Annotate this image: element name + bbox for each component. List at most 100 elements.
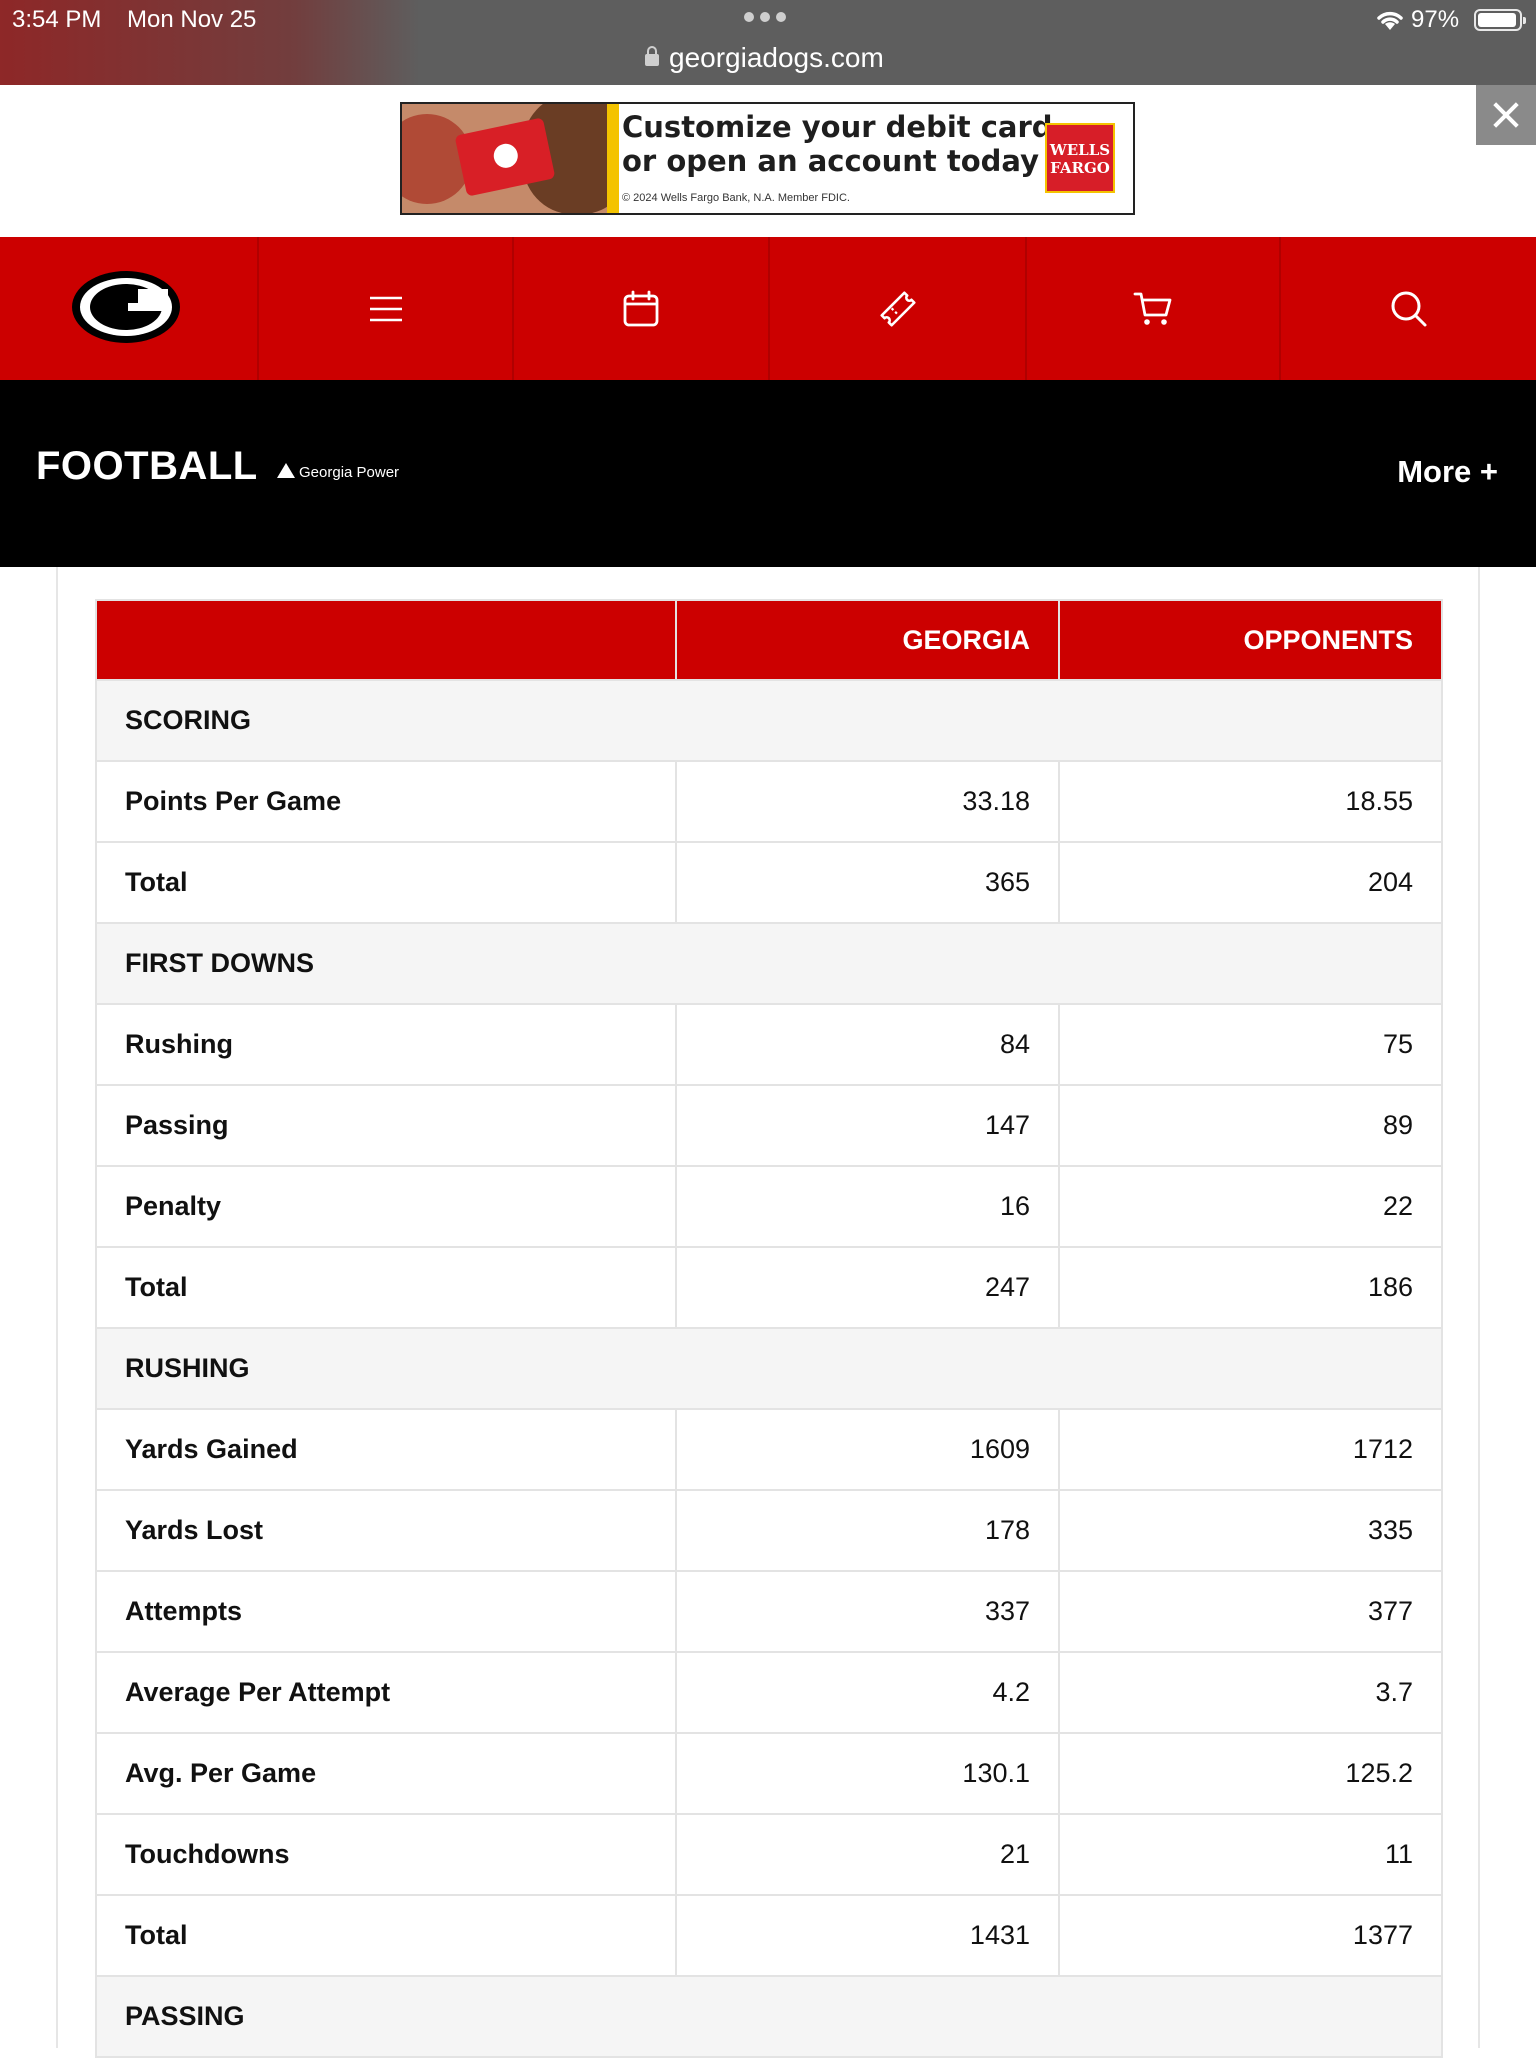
stat-label: Attempts [95,1570,677,1653]
sport-title[interactable]: FOOTBALL [36,444,258,489]
url-text: georgiadogs.com [669,42,884,73]
table-row: Yards Lost 178 335 [95,1489,1443,1572]
georgia-value: 337 [675,1570,1060,1653]
georgia-value: 1609 [675,1408,1060,1491]
team-stats-table: GEORGIA OPPONENTS SCORING Points Per Game… [95,599,1443,2058]
stat-label: Average Per Attempt [95,1651,677,1734]
search-button[interactable] [1281,237,1536,380]
menu-icon [369,296,402,321]
georgia-value: 365 [675,841,1060,924]
ad-image [402,104,607,213]
opponents-value: 186 [1058,1246,1443,1329]
main-nav [0,237,1536,380]
georgia-value: 4.2 [675,1651,1060,1734]
calendar-icon [623,290,659,326]
ad-accent-stripe [607,104,619,213]
stat-label: Total [95,841,677,924]
opponents-value: 22 [1058,1165,1443,1248]
opponents-value: 18.55 [1058,760,1443,843]
stat-label: Total [95,1894,677,1977]
opponents-value: 3.7 [1058,1651,1443,1734]
section-row: RUSHING [95,1327,1443,1410]
georgia-value: 33.18 [675,760,1060,843]
table-row: Average Per Attempt 4.2 3.7 [95,1651,1443,1734]
opponents-value: 1712 [1058,1408,1443,1491]
georgia-value: 247 [675,1246,1060,1329]
stat-label: Avg. Per Game [95,1732,677,1815]
stat-label: Yards Gained [95,1408,677,1491]
opponents-value: 125.2 [1058,1732,1443,1815]
opponents-value: 204 [1058,841,1443,924]
opponents-value: 75 [1058,1003,1443,1086]
close-ad-icon[interactable] [1476,85,1536,145]
table-row: Total 365 204 [95,841,1443,924]
georgia-power-icon [277,463,295,478]
section-label: SCORING [95,679,1443,762]
ad-banner[interactable]: Customize your debit card or open an acc… [400,102,1135,215]
opponents-value: 335 [1058,1489,1443,1572]
table-row: Touchdowns 21 11 [95,1813,1443,1896]
georgia-value: 21 [675,1813,1060,1896]
shop-button[interactable] [1027,237,1281,380]
sponsor-name: Georgia Power [299,464,400,481]
home-logo-link[interactable] [0,237,259,380]
status-date: Mon Nov 25 [127,6,257,33]
ad-headline-1: Customize your debit card [622,110,1053,144]
cart-icon [1133,292,1172,325]
section-row: FIRST DOWNS [95,922,1443,1005]
table-row: Points Per Game 33.18 18.55 [95,760,1443,843]
battery-icon [1474,9,1526,31]
lock-icon [645,46,659,66]
table-row: Passing 147 89 [95,1084,1443,1167]
brand-line-2: FARGO [1050,159,1110,177]
stat-label: Passing [95,1084,677,1167]
header-opponents: OPPONENTS [1058,599,1443,681]
ticket-icon [879,290,916,327]
table-row: Rushing 84 75 [95,1003,1443,1086]
georgia-value: 84 [675,1003,1060,1086]
wells-fargo-logo: WELLS FARGO [1045,123,1115,193]
tickets-button[interactable] [770,237,1027,380]
table-row: Total 1431 1377 [95,1894,1443,1977]
sport-header: FOOTBALL Georgia Power More + [0,380,1536,567]
opponents-value: 11 [1058,1813,1443,1896]
stat-label: Rushing [95,1003,677,1086]
address-bar[interactable]: georgiadogs.com [645,42,884,74]
brand-line-1: WELLS [1049,141,1111,159]
more-menu-button[interactable]: More + [1397,454,1498,490]
sponsor-logo: Georgia Power [277,463,399,481]
stat-label: Touchdowns [95,1813,677,1896]
table-row: Avg. Per Game 130.1 125.2 [95,1732,1443,1815]
table-row: Total 247 186 [95,1246,1443,1329]
georgia-value: 1431 [675,1894,1060,1977]
section-row: PASSING [95,1975,1443,2058]
ad-headline-2: or open an account today [622,144,1039,178]
status-bar: 3:54 PM Mon Nov 25 georgiadogs.com 97% [0,0,1536,85]
more-dots-icon[interactable] [744,12,790,24]
menu-button[interactable] [259,237,514,380]
section-label: PASSING [95,1975,1443,2058]
ad-banner-area: Customize your debit card or open an acc… [0,85,1536,237]
opponents-value: 1377 [1058,1894,1443,1977]
stat-label: Penalty [95,1165,677,1248]
georgia-g-logo [72,271,180,343]
table-body: SCORING Points Per Game 33.18 18.55 Total 365… [95,679,1443,2058]
opponents-value: 89 [1058,1084,1443,1167]
schedule-button[interactable] [514,237,770,380]
search-icon [1391,291,1426,326]
stat-label: Total [95,1246,677,1329]
table-header-row: GEORGIA OPPONENTS [95,599,1443,681]
header-georgia: GEORGIA [675,599,1060,681]
table-row: Penalty 16 22 [95,1165,1443,1248]
table-row: Yards Gained 1609 1712 [95,1408,1443,1491]
georgia-value: 147 [675,1084,1060,1167]
battery-percent: 97% [1411,6,1460,33]
stat-label: Points Per Game [95,760,677,843]
wifi-icon [1377,11,1403,30]
opponents-value: 377 [1058,1570,1443,1653]
section-row: SCORING [95,679,1443,762]
ad-fine-print: © 2024 Wells Fargo Bank, N.A. Member FDI… [622,192,850,204]
status-time: 3:54 PM [12,6,102,33]
stat-label: Yards Lost [95,1489,677,1572]
georgia-value: 130.1 [675,1732,1060,1815]
